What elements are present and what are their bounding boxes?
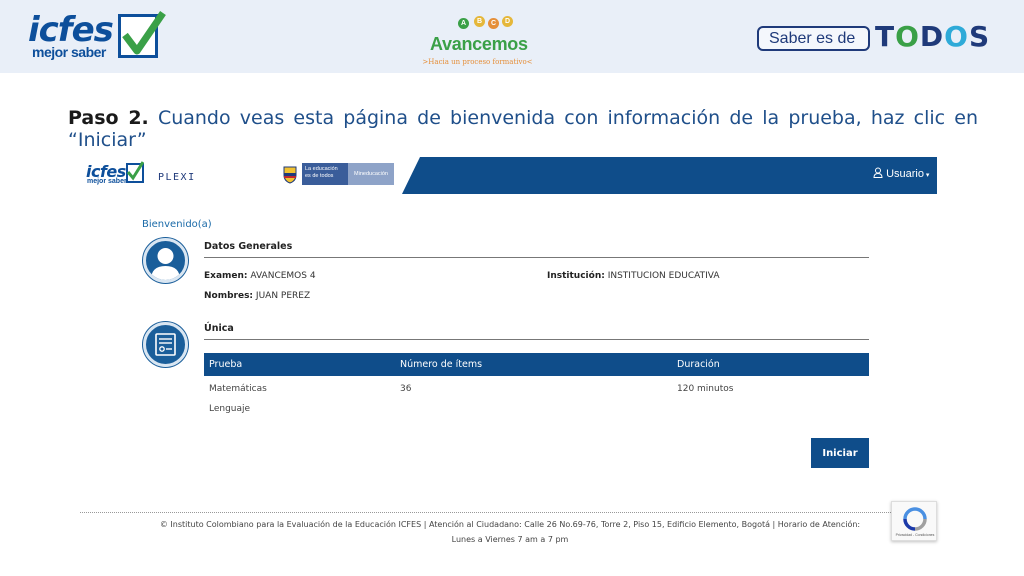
ball-d: D: [502, 16, 513, 27]
ball-b: B: [474, 16, 485, 27]
exam-label: Examen:: [204, 271, 248, 281]
single-section-title: Única: [204, 323, 234, 334]
names-value: JUAN PEREZ: [255, 291, 311, 301]
todos-letter-o1: O: [895, 20, 920, 53]
table-header: [204, 353, 869, 376]
exam-field: Examen: AVANCEMOS 4: [204, 271, 316, 281]
app-header-bar: [402, 157, 937, 194]
start-button[interactable]: Iniciar: [811, 438, 869, 468]
user-icon: [873, 167, 883, 178]
recaptcha-icon: [903, 507, 927, 531]
instruction-step: Paso 2.: [68, 107, 149, 129]
avancemos-word: Avancemos: [430, 34, 528, 54]
names-field: Nombres: JUAN PEREZ: [204, 291, 310, 301]
column-header-items: Número de ítems: [400, 359, 483, 370]
table-row-duracion: 120 minutos: [677, 384, 734, 394]
colombia-seal-icon: [283, 166, 297, 184]
check-icon: [118, 11, 166, 58]
general-divider: [204, 257, 869, 258]
column-header-prueba: Prueba: [209, 359, 243, 370]
recaptcha-badge[interactable]: Privacidad - Condiciones: [891, 501, 937, 541]
institution-value: INSTITUCION EDUCATIVA: [607, 271, 720, 281]
user-menu-label: Usuario: [886, 168, 924, 180]
single-divider: [204, 339, 869, 340]
icfes-logo-subtitle: mejor saber: [32, 44, 106, 60]
gov-slogan: La educación es de todos: [302, 163, 348, 185]
table-row-prueba: Lenguaje: [209, 404, 251, 414]
avancemos-logo: A B C D Avancemos >Hacia un proceso form…: [420, 10, 535, 70]
ball-c: C: [488, 18, 499, 29]
government-logo: La educación es de todos Mineducación: [280, 163, 394, 185]
gov-ministry: Mineducación: [348, 163, 394, 185]
table-row-prueba: Matemáticas: [209, 384, 267, 394]
todos-word: TODOS: [875, 20, 990, 53]
column-header-duracion: Duración: [677, 359, 720, 370]
app-icfes-logo: icfes mejor saber: [86, 161, 156, 188]
exam-value: AVANCEMOS 4: [250, 271, 316, 281]
caret-down-icon: ▾: [923, 172, 930, 179]
table-row-items: 36: [400, 384, 412, 394]
saber-es-de-todos-logo: Saber es de TODOS: [757, 20, 997, 56]
general-data-title: Datos Generales: [204, 241, 293, 252]
app-icfes-sub: mejor saber: [87, 178, 127, 185]
recaptcha-label: Privacidad - Condiciones: [895, 533, 935, 537]
document-icon: [143, 322, 188, 367]
avancemos-tagline: >Hacia un proceso formativo<: [422, 58, 533, 66]
plexi-logo: PLEXI: [158, 172, 196, 183]
institution-field: Institución: INSTITUCION EDUCATIVA: [547, 271, 720, 281]
user-menu[interactable]: Usuario ▾: [873, 167, 929, 180]
user-avatar-icon: [143, 238, 188, 283]
saber-prefix: Saber es de: [757, 26, 870, 51]
footer-text: © Instituto Colombiano para la Evaluació…: [159, 520, 861, 544]
instruction-text: Paso 2. Cuando veas esta página de bienv…: [68, 107, 978, 151]
welcome-heading: Bienvenido(a): [142, 219, 212, 230]
todos-letter-t: T: [875, 20, 896, 53]
footer-divider: [80, 512, 937, 513]
app-check-icon: [126, 161, 144, 183]
avancemos-balls: A B C D: [458, 14, 518, 30]
ball-a: A: [458, 18, 469, 29]
names-label: Nombres:: [204, 291, 254, 301]
instruction-body: Cuando veas esta página de bienvenida co…: [68, 107, 978, 151]
institution-label: Institución:: [547, 271, 605, 281]
todos-letter-s: S: [968, 20, 991, 53]
todos-letter-d: D: [919, 20, 945, 53]
icfes-logo: icfes mejor saber: [28, 10, 166, 62]
todos-letter-o2: O: [944, 20, 969, 53]
